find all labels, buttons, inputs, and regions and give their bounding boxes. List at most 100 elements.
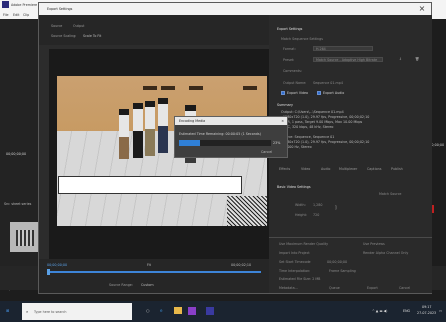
progress-titlebar: Encoding Media × [175, 117, 287, 125]
source-range-value[interactable]: Custom [141, 283, 154, 287]
wall-sign-2 [161, 86, 175, 90]
progress-percent: 23% [273, 141, 281, 145]
tab-multiplexer[interactable]: Multiplexer [339, 167, 357, 171]
dialog-titlebar: Export Settings × [39, 3, 431, 15]
notification-icon[interactable]: ▭ [439, 309, 442, 313]
edge-icon[interactable]: e [160, 308, 162, 313]
timeline-ruler[interactable] [47, 271, 261, 273]
encoding-progress-dialog: Encoding Media × Estimated Time Remainin… [174, 116, 288, 158]
windows-start-icon[interactable]: ⊞ [6, 308, 9, 313]
tab-captions[interactable]: Captions [367, 167, 381, 171]
taskbar-language[interactable]: ENG [403, 309, 410, 313]
progress-status-text: Estimated Time Remaining: 00:00:05 (1 Se… [179, 132, 261, 136]
export-audio-checkbox[interactable] [317, 91, 321, 95]
summary-heading: Summary [277, 103, 293, 107]
settings-divider [269, 237, 432, 238]
basic-video-settings-heading: Basic Video Settings [277, 185, 311, 189]
timeline-left-timecode: 00;00;00;00 [47, 263, 68, 267]
export-audio-label: Export Audio [323, 91, 345, 95]
link-icon[interactable]: ] [335, 205, 337, 210]
height-value[interactable]: 720 [313, 213, 319, 217]
preset-value: Match Source - Adaptive High Bitrate [316, 58, 378, 62]
time-interp-label: Time Interpolation: [279, 269, 311, 273]
taskbar-search-box[interactable]: ⌕ Type here to search [22, 303, 132, 320]
set-start-timecode[interactable]: Set Start Timecode [279, 260, 311, 264]
app-title: Adobe Premiere [11, 3, 38, 7]
width-value[interactable]: 1,280 [313, 203, 322, 207]
progress-close-icon[interactable]: × [281, 119, 284, 123]
estimated-file-size: Estimated File Size: 2 MB [279, 277, 321, 281]
tab-effects[interactable]: Effects [279, 167, 290, 171]
preview-header: Source Output Source Scaling: Scale To F… [39, 15, 269, 45]
save-preset-icon[interactable]: ⇩ [399, 57, 402, 61]
comments-label: Comments: [283, 69, 302, 73]
match-sequence-checkbox[interactable]: Match Sequence Settings [281, 37, 323, 41]
start-timecode-value[interactable]: 00;00;00;00 [327, 260, 347, 264]
progress-cancel-button[interactable]: Cancel [261, 150, 272, 154]
menu-edit[interactable]: Edit [13, 13, 19, 17]
tab-source[interactable]: Source [51, 24, 62, 28]
search-placeholder: Type here to search [34, 310, 67, 314]
system-tray-icons[interactable]: ^ ▲ ▬ ◀) [372, 309, 387, 313]
tab-video[interactable]: Video [301, 167, 310, 171]
import-into-project[interactable]: Import Into Project [279, 251, 310, 255]
timeline-right-timecode: 00;00;02;10 [231, 263, 252, 267]
summary-line: AAC, 320 kbps, 48 kHz, Stereo [283, 125, 334, 129]
wall-sign-3 [189, 86, 203, 90]
close-icon[interactable]: × [417, 4, 427, 14]
taskbar-time[interactable]: 09:17 [422, 305, 432, 309]
summary-line: 1280x720 (1.0), 29.97 fps, Progressive, … [283, 115, 370, 119]
source-scaling-value[interactable]: Scale To Fit [83, 34, 101, 38]
export-timeline: 00;00;00;00 Fit 00;00;02;10 Source Range… [39, 259, 269, 293]
summary-line: 1280x720 (1.0), 29.97 fps, Progressive, … [283, 140, 370, 144]
render-alpha[interactable]: Render Alpha Channel Only [363, 251, 408, 255]
person-figure [158, 98, 168, 153]
menu-file[interactable]: File [3, 13, 9, 17]
progress-bar-fill [179, 140, 201, 146]
export-settings-panel: Export Settings Match Sequence Settings … [269, 15, 432, 293]
use-previews[interactable]: Use Previews [363, 242, 385, 246]
summary-line: VBR, 1 pass, Target 9.00 Mbps, Max 10.00… [283, 120, 363, 124]
metadata-button[interactable]: Metadata... [279, 286, 298, 290]
person-figure [145, 101, 155, 156]
source-range-label: Source Range: [109, 283, 133, 287]
preset-label: Preset: [283, 58, 295, 62]
search-icon: ⌕ [26, 309, 29, 314]
output-name-value[interactable]: Sequence 01.mp4 [313, 81, 343, 85]
tab-publish[interactable]: Publish [391, 167, 403, 171]
app-logo-icon [2, 1, 9, 8]
left-timecode: 00;00;00;00 [6, 152, 27, 156]
person-figure [119, 109, 129, 159]
height-label: Height: [295, 213, 308, 217]
tab-output[interactable]: Output [73, 24, 84, 28]
tab-audio[interactable]: Audio [321, 167, 330, 171]
person-figure [133, 103, 143, 158]
match-source-button[interactable]: Match Source [379, 192, 401, 196]
cancel-button[interactable]: Cancel [399, 286, 410, 290]
menu-clip[interactable]: Clip [23, 13, 29, 17]
width-label: Width: [295, 203, 306, 207]
export-video-checkbox[interactable] [281, 91, 285, 95]
timeline-zoom[interactable]: Fit [147, 263, 151, 267]
taskbar-date[interactable]: 27-07-2023 [417, 311, 436, 315]
wall-sign-4 [243, 86, 257, 90]
summary-line: Output: C:\Users\...\Sequence 01.mp4 [281, 110, 344, 114]
floor-pattern [227, 196, 267, 226]
file-explorer-icon[interactable] [174, 307, 182, 314]
wall-sign-1 [143, 86, 157, 90]
time-interp-value[interactable]: Frame Sampling [329, 269, 356, 273]
delete-preset-icon[interactable]: 🗑 [415, 57, 419, 61]
source-scaling-label: Source Scaling: [51, 34, 77, 38]
store-icon[interactable] [188, 307, 196, 315]
progress-bar-track [179, 140, 271, 146]
project-thumbnail-figures [16, 230, 34, 246]
playhead-handle[interactable] [47, 269, 50, 275]
export-button[interactable]: Export [367, 286, 378, 290]
premiere-taskbar-icon[interactable] [206, 307, 214, 315]
task-view-icon[interactable]: ○ [146, 308, 150, 313]
summary-line: Source: Sequence, Sequence 01 [281, 135, 335, 139]
dialog-title: Export Settings [47, 7, 73, 11]
format-label: Format: [283, 47, 296, 51]
render-max-quality[interactable]: Use Maximum Render Quality [279, 242, 328, 246]
queue-button[interactable]: Queue [329, 286, 340, 290]
